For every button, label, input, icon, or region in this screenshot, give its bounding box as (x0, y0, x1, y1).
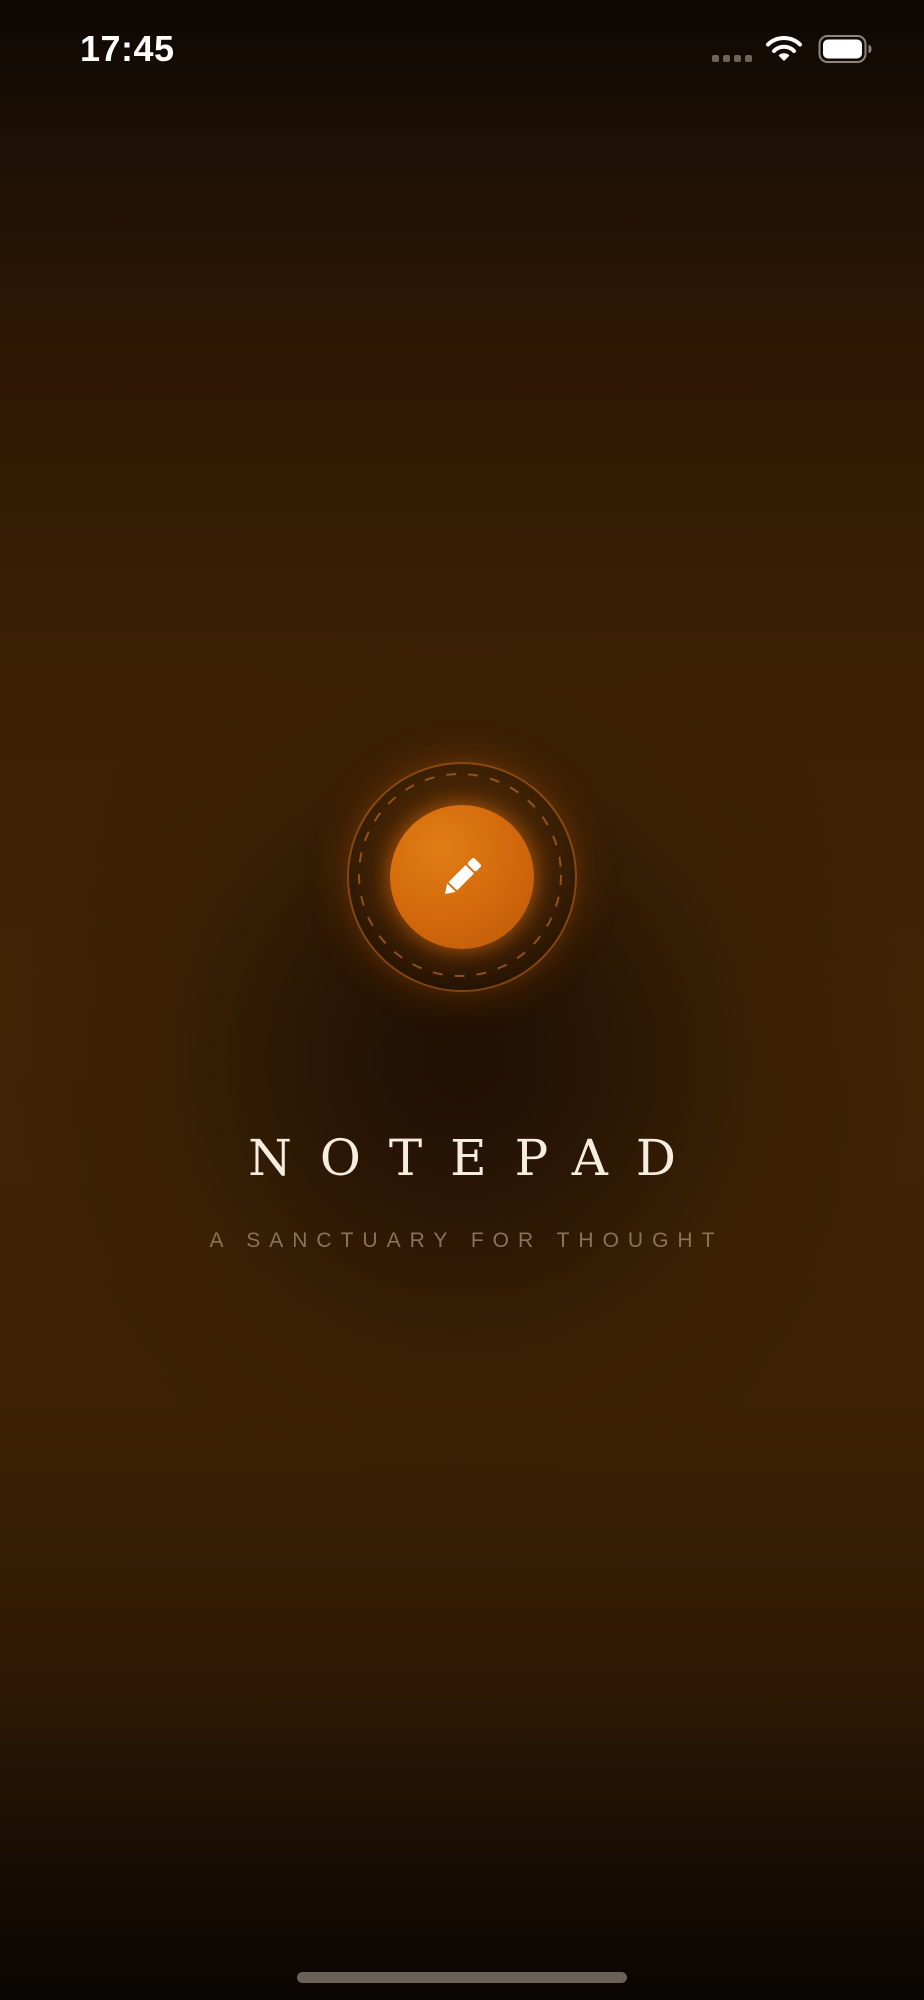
cellular-signal-icon (712, 55, 752, 62)
app-logo (347, 762, 577, 992)
home-indicator[interactable] (297, 1972, 627, 1983)
wifi-icon (766, 36, 802, 61)
app-title: NOTEPAD (248, 1129, 704, 1187)
battery-icon (818, 35, 872, 63)
status-time: 17:45 (80, 28, 175, 69)
app-tagline: A SANCTUARY FOR THOUGHT (209, 1229, 724, 1252)
new-note-button[interactable] (390, 805, 534, 949)
status-bar: 17:45 (0, 0, 924, 100)
pencil-icon (445, 858, 481, 894)
